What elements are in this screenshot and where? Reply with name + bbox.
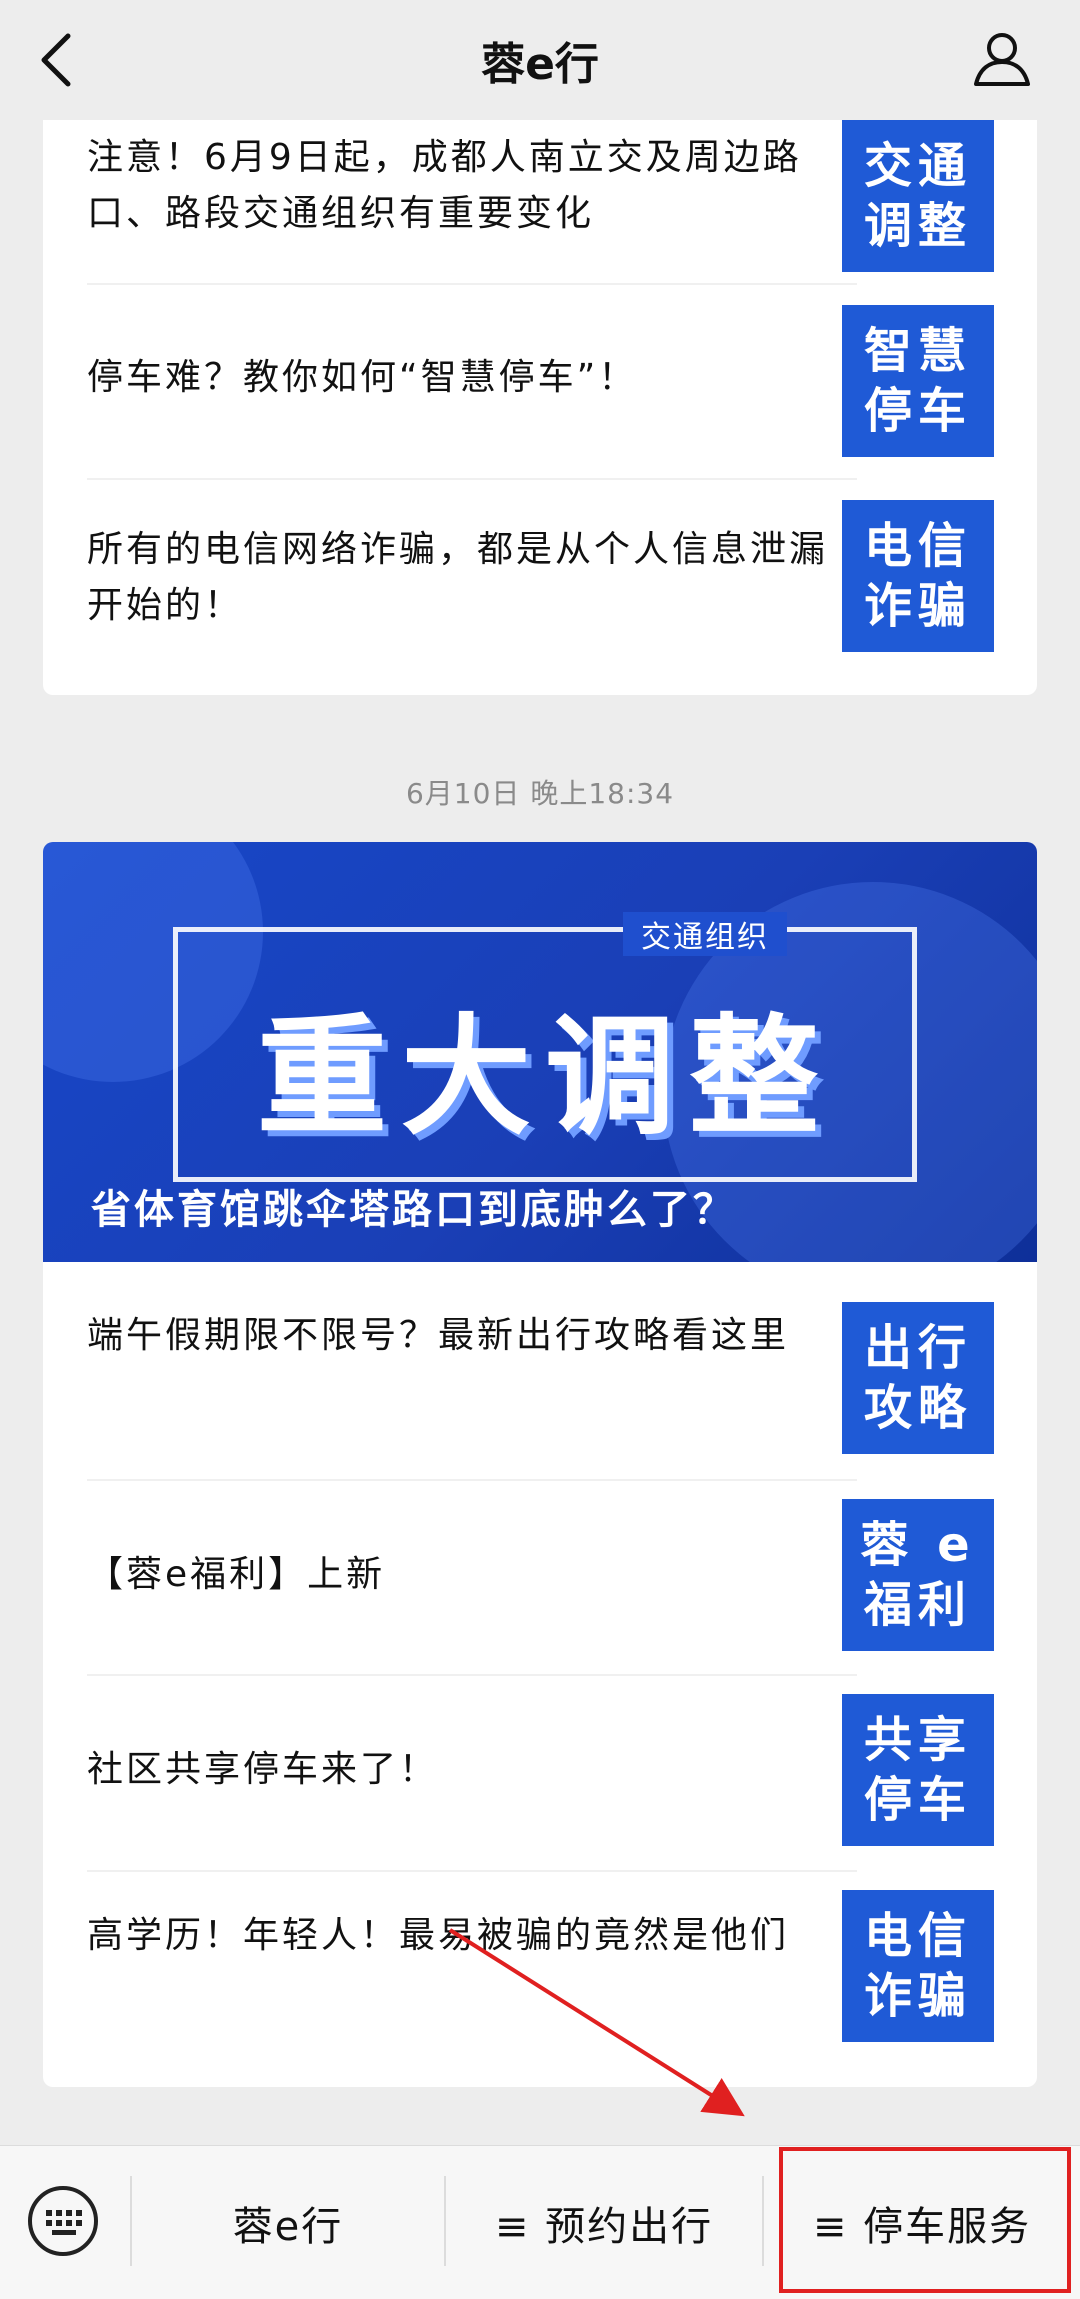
article-title: 注意！6月9日起，成都人南立交及周边路口、路段交通组织有重要变化 bbox=[87, 137, 802, 234]
menu-item-rongexing[interactable]: 蓉e行 bbox=[132, 2146, 444, 2299]
article-thumbnail: 电信 诈骗 bbox=[842, 500, 994, 652]
article-thumbnail: 共享 停车 bbox=[842, 1694, 994, 1846]
divider bbox=[87, 1674, 857, 1676]
divider bbox=[87, 478, 857, 480]
article-title: 高学历！年轻人！最易被骗的竟然是他们 bbox=[87, 1915, 790, 1956]
article-thumbnail: 电信 诈骗 bbox=[842, 1890, 994, 2042]
article-banner[interactable]: 交通组织 重大调整 省体育馆跳伞塔路口到底肿么了？ bbox=[43, 842, 1037, 1262]
divider bbox=[87, 1870, 857, 1872]
banner-headline: 重大调整 bbox=[256, 1001, 833, 1153]
article-title: 端午假期限不限号？最新出行攻略看这里 bbox=[87, 1315, 790, 1356]
list-item[interactable]: 停车难？教你如何“智慧停车”！ 智慧 停车 bbox=[43, 305, 1037, 470]
page-title: 蓉e行 bbox=[481, 39, 599, 90]
article-thumbnail: 蓉 e 福利 bbox=[842, 1499, 994, 1651]
article-title: 社区共享停车来了！ bbox=[87, 1749, 439, 1790]
highlight-box bbox=[779, 2147, 1071, 2293]
article-title: 所有的电信网络诈骗，都是从个人信息泄漏开始的！ bbox=[87, 529, 829, 626]
list-item[interactable]: 端午假期限不限号？最新出行攻略看这里 出行 攻略 bbox=[43, 1302, 1037, 1462]
article-title: 停车难？教你如何“智慧停车”！ bbox=[87, 357, 638, 398]
keyboard-icon[interactable] bbox=[28, 2186, 98, 2256]
list-item[interactable]: 【蓉e福利】上新 蓉 e 福利 bbox=[43, 1499, 1037, 1654]
article-title: 【蓉e福利】上新 bbox=[87, 1554, 386, 1595]
list-item[interactable]: 社区共享停车来了！ 共享 停车 bbox=[43, 1694, 1037, 1849]
divider bbox=[87, 1479, 857, 1481]
banner-label: 交通组织 bbox=[623, 912, 787, 956]
menu-item-reservation[interactable]: ≡ 预约出行 bbox=[446, 2146, 762, 2299]
banner-caption: 省体育馆跳伞塔路口到底肿么了？ bbox=[91, 1187, 736, 1233]
back-icon[interactable] bbox=[36, 30, 76, 90]
user-icon[interactable] bbox=[972, 28, 1032, 88]
list-item[interactable]: 注意！6月9日起，成都人南立交及周边路口、路段交通组织有重要变化 交通 调整 bbox=[43, 120, 1037, 285]
article-card-2: 交通组织 重大调整 省体育馆跳伞塔路口到底肿么了？ 端午假期限不限号？最新出行攻… bbox=[43, 842, 1037, 2087]
article-card-1: 注意！6月9日起，成都人南立交及周边路口、路段交通组织有重要变化 交通 调整 停… bbox=[43, 120, 1037, 695]
article-thumbnail: 出行 攻略 bbox=[842, 1302, 994, 1454]
list-item[interactable]: 所有的电信网络诈骗，都是从个人信息泄漏开始的！ 电信 诈骗 bbox=[43, 500, 1037, 665]
divider bbox=[87, 283, 857, 285]
message-timestamp: 6月10日 晚上18:34 bbox=[405, 777, 675, 810]
article-thumbnail: 智慧 停车 bbox=[842, 305, 994, 457]
top-bar: 蓉e行 bbox=[0, 0, 1080, 120]
list-item[interactable]: 高学历！年轻人！最易被骗的竟然是他们 电信 诈骗 bbox=[43, 1890, 1037, 2045]
article-thumbnail: 交通 调整 bbox=[842, 120, 994, 272]
